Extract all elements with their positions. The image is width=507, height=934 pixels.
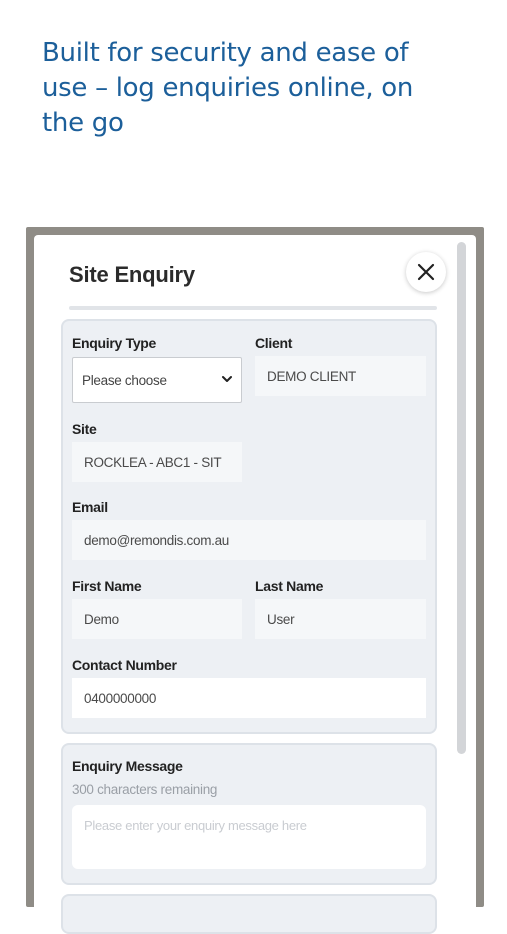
first-name-label: First Name bbox=[72, 578, 142, 594]
chevron-down-icon bbox=[222, 376, 232, 382]
site-label: Site bbox=[72, 421, 97, 437]
close-icon bbox=[417, 263, 435, 281]
client-label: Client bbox=[255, 335, 293, 351]
site-field: ROCKLEA - ABC1 - SIT bbox=[72, 442, 242, 482]
enquiry-type-label: Enquiry Type bbox=[72, 335, 157, 351]
email-label: Email bbox=[72, 499, 108, 515]
enquiry-type-select[interactable]: Please choose bbox=[72, 357, 242, 403]
last-name-field: User bbox=[255, 599, 426, 639]
first-name-field: Demo bbox=[72, 599, 242, 639]
enquiry-type-value: Please choose bbox=[82, 372, 167, 388]
scrollbar[interactable] bbox=[457, 242, 466, 754]
email-field: demo@remondis.com.au bbox=[72, 520, 426, 560]
enquiry-message-textarea[interactable]: Please enter your enquiry message here bbox=[72, 805, 426, 869]
last-name-label: Last Name bbox=[255, 578, 324, 594]
characters-remaining: 300 characters remaining bbox=[72, 782, 218, 797]
headline: Built for security and ease of use – log… bbox=[42, 38, 414, 138]
next-panel bbox=[61, 894, 437, 934]
enquiry-message-label: Enquiry Message bbox=[72, 758, 183, 774]
title-divider bbox=[69, 306, 437, 310]
contact-number-input[interactable]: 0400000000 bbox=[72, 678, 426, 718]
contact-number-label: Contact Number bbox=[72, 657, 177, 673]
modal-title: Site Enquiry bbox=[69, 262, 195, 287]
client-field: DEMO CLIENT bbox=[255, 356, 426, 396]
close-button[interactable] bbox=[406, 252, 446, 292]
